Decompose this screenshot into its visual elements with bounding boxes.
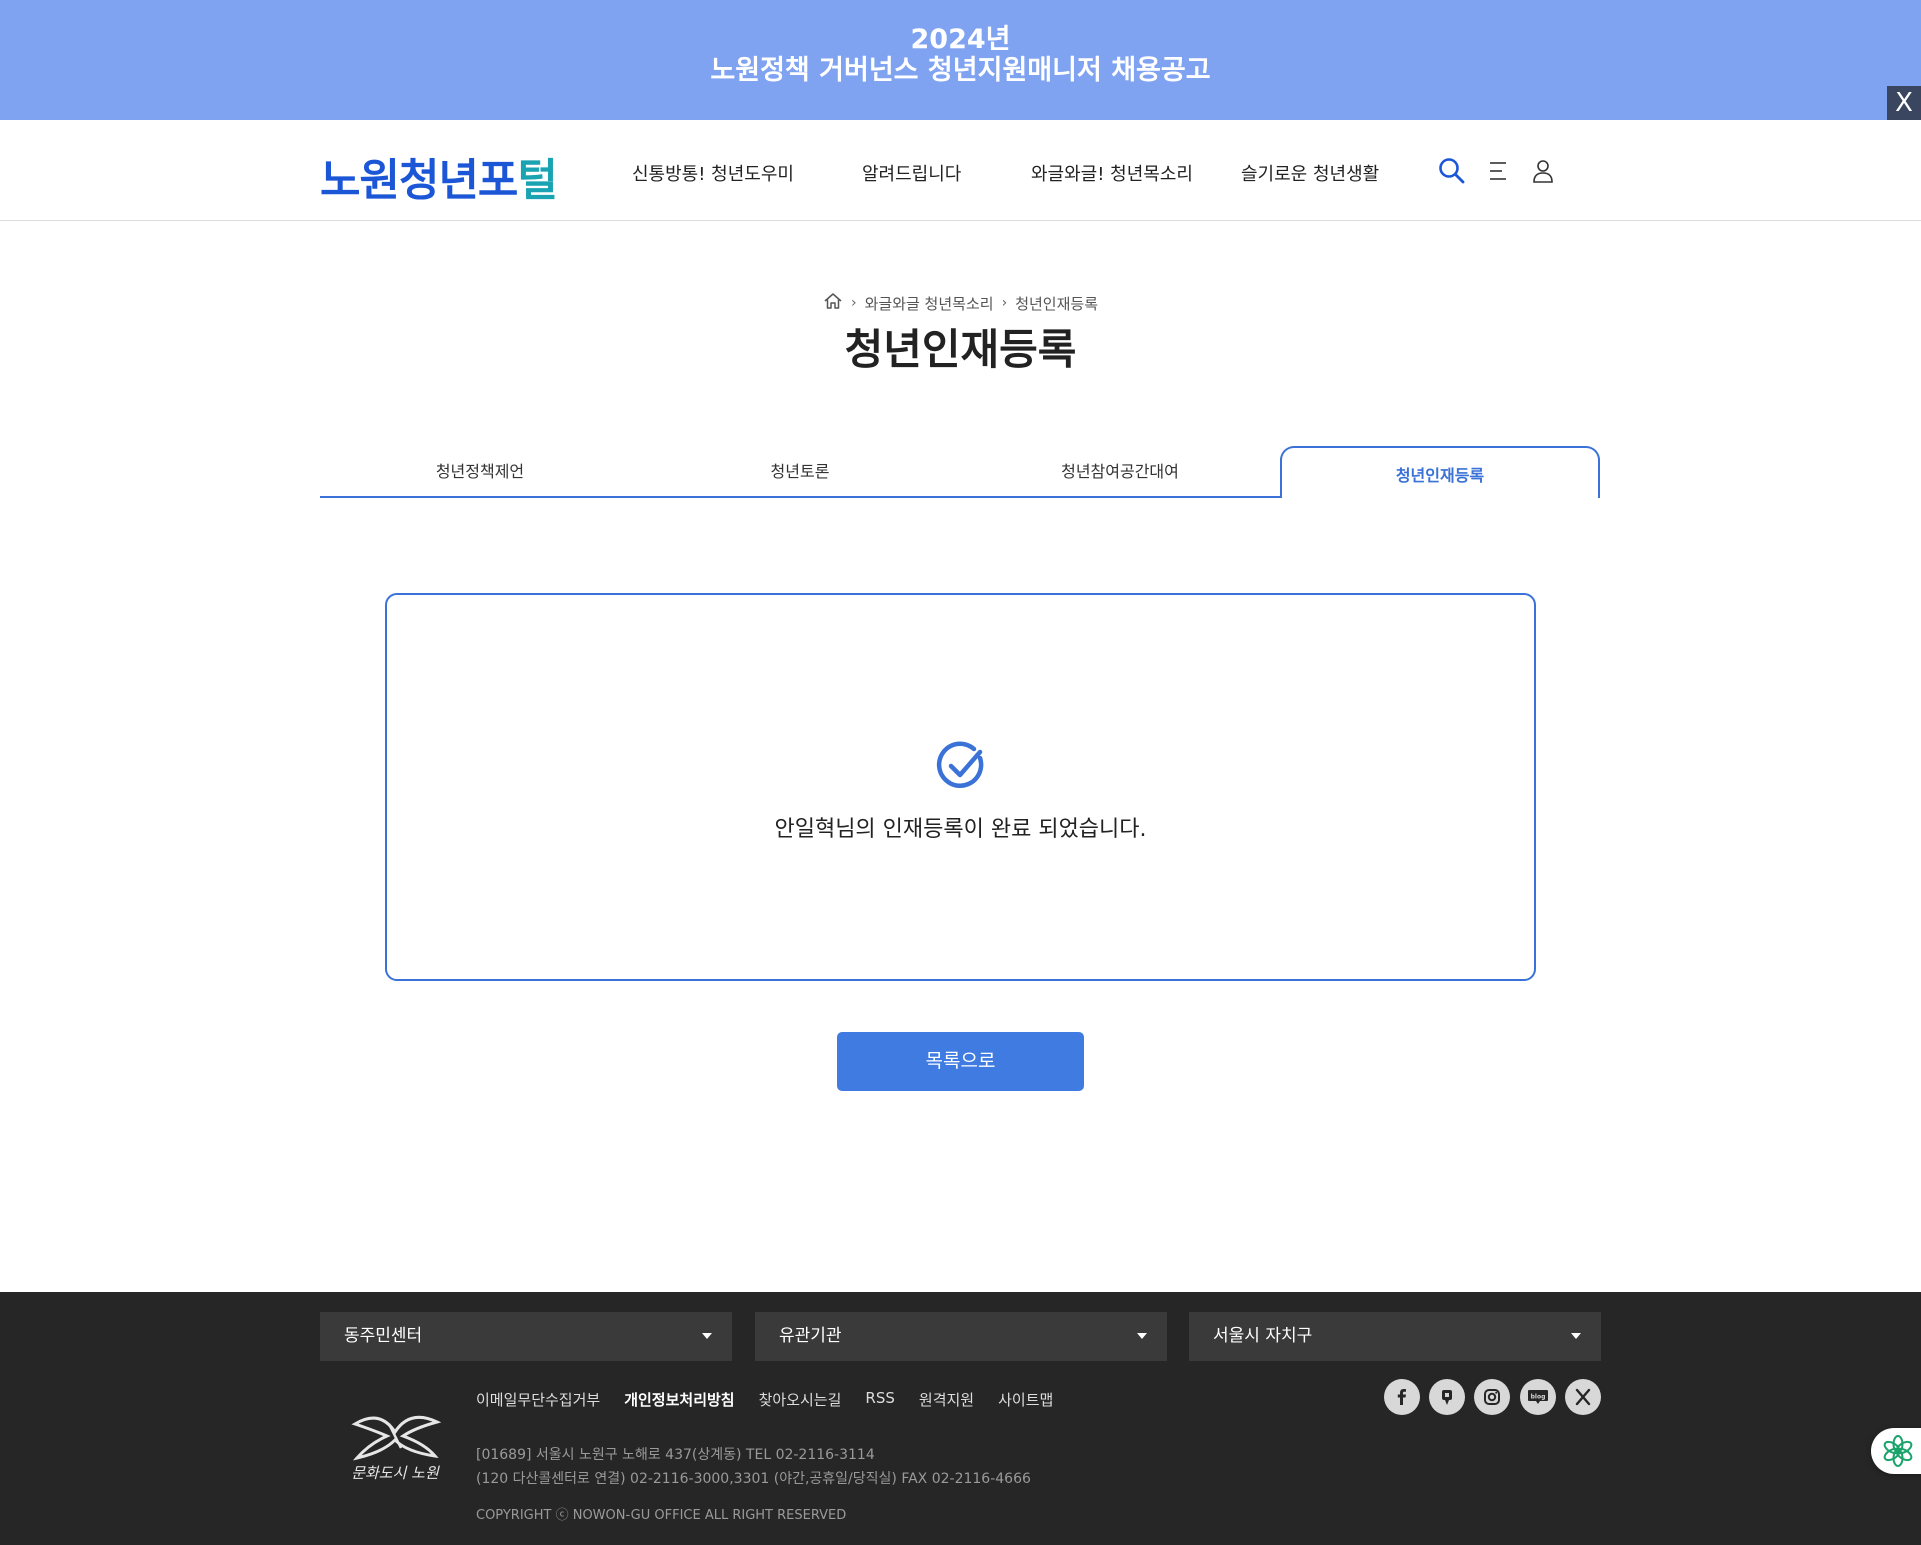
community-center-select-label: 동주민센터 [344, 1326, 423, 1346]
home-icon[interactable] [823, 292, 843, 314]
caret-down-icon [1571, 1333, 1581, 1339]
chatbot-flower-icon [1883, 1435, 1913, 1467]
menu-icon[interactable] [1483, 156, 1513, 186]
nav-item-youth-helper[interactable]: 신통방통! 청년도우미 [632, 160, 794, 186]
banner-close-button[interactable]: X [1887, 86, 1921, 120]
tab-space-rental[interactable]: 청년참여공간대여 [960, 446, 1280, 498]
banner-line-2: 노원정책 거버넌스 청년지원매니저 채용공고 [710, 55, 1211, 86]
footer-link-remote-support[interactable]: 원격지원 [919, 1389, 974, 1410]
breadcrumb-item[interactable]: 와글와글 청년목소리 [865, 293, 994, 314]
breadcrumb: › 와글와글 청년목소리 › 청년인재등록 [0, 292, 1921, 314]
seoul-district-select[interactable]: 서울시 자치구 [1189, 1312, 1601, 1361]
page-title: 청년인재등록 [844, 325, 1077, 374]
emblem-text: 문화도시 노원 [351, 1464, 440, 1482]
caret-down-icon [1137, 1333, 1147, 1339]
nav-item-youth-life[interactable]: 슬기로운 청년생활 [1241, 160, 1379, 186]
logo-main: 노원청년포 [320, 155, 518, 206]
facebook-icon[interactable] [1384, 1379, 1420, 1415]
result-message: 안일혁님의 인재등록이 완료 되었습니다. [774, 817, 1147, 842]
user-icon[interactable] [1528, 156, 1558, 186]
footer-link-email-policy[interactable]: 이메일무단수집거부 [476, 1389, 600, 1410]
chevron-right-icon: › [850, 295, 857, 311]
breadcrumb-item-current[interactable]: 청년인재등록 [1015, 293, 1098, 314]
related-org-select-label: 유관기관 [779, 1326, 842, 1346]
site-header: 노원청년포털 신통방통! 청년도우미 알려드립니다 와글와글! 청년목소리 슬기… [0, 120, 1921, 221]
site-footer: 동주민센터 유관기관 서울시 자치구 문화도시 노원 이메일무단수집거부 개인정… [0, 1292, 1921, 1545]
tab-talent-registration[interactable]: 청년인재등록 [1280, 446, 1600, 498]
banner-text[interactable]: 2024년 노원정책 거버넌스 청년지원매니저 채용공고 [0, 24, 1921, 86]
back-to-list-button[interactable]: 목록으로 [837, 1032, 1084, 1091]
footer-link-sitemap[interactable]: 사이트맵 [998, 1389, 1053, 1410]
sub-tabs: 청년정책제언 청년토론 청년참여공간대여 청년인재등록 [320, 446, 1600, 498]
nav-item-notices[interactable]: 알려드립니다 [862, 160, 961, 186]
logo-tail: 털 [517, 155, 557, 206]
footer-address-line-1: [01689] 서울시 노원구 노해로 437(상계동) TEL 02-2116… [476, 1447, 875, 1463]
top-banner[interactable]: 2024년 노원정책 거버넌스 청년지원매니저 채용공고 X [0, 0, 1921, 120]
footer-link-privacy-policy[interactable]: 개인정보처리방침 [624, 1389, 734, 1410]
result-box: 안일혁님의 인재등록이 완료 되었습니다. [385, 593, 1536, 981]
chevron-right-icon: › [1001, 295, 1008, 311]
tab-youth-debate[interactable]: 청년토론 [640, 446, 960, 498]
blog-label: blog [1531, 1394, 1546, 1401]
caret-down-icon [702, 1333, 712, 1339]
instagram-icon[interactable] [1474, 1379, 1510, 1415]
blog-icon[interactable]: blog [1520, 1379, 1556, 1415]
site-logo[interactable]: 노원청년포털 [320, 144, 558, 208]
nav-item-youth-voice[interactable]: 와글와글! 청년목소리 [1031, 160, 1193, 186]
x-icon[interactable] [1565, 1379, 1601, 1415]
tab-policy-proposal[interactable]: 청년정책제언 [320, 446, 640, 498]
footer-copyright: COPYRIGHT ⓒ NOWON-GU OFFICE ALL RIGHT RE… [476, 1508, 847, 1523]
kakao-story-icon[interactable] [1429, 1379, 1465, 1415]
footer-address-line-2: (120 다산콜센터로 연결) 02-2116-3000,3301 (야간,공휴… [476, 1471, 1031, 1487]
nowon-emblem-logo: 문화도시 노원 [345, 1404, 445, 1484]
footer-link-directions[interactable]: 찾아오시는길 [759, 1389, 842, 1410]
related-org-select[interactable]: 유관기관 [755, 1312, 1167, 1361]
community-center-select[interactable]: 동주민센터 [320, 1312, 732, 1361]
seoul-district-select-label: 서울시 자치구 [1213, 1326, 1313, 1346]
banner-line-1: 2024년 [910, 24, 1011, 55]
footer-links: 이메일무단수집거부 개인정보처리방침 찾아오시는길 RSS 원격지원 사이트맵 [476, 1389, 1053, 1410]
search-icon[interactable] [1437, 156, 1467, 186]
floating-chatbot-button[interactable] [1871, 1428, 1921, 1474]
check-circle-icon [936, 740, 988, 792]
footer-link-rss[interactable]: RSS [865, 1389, 894, 1410]
